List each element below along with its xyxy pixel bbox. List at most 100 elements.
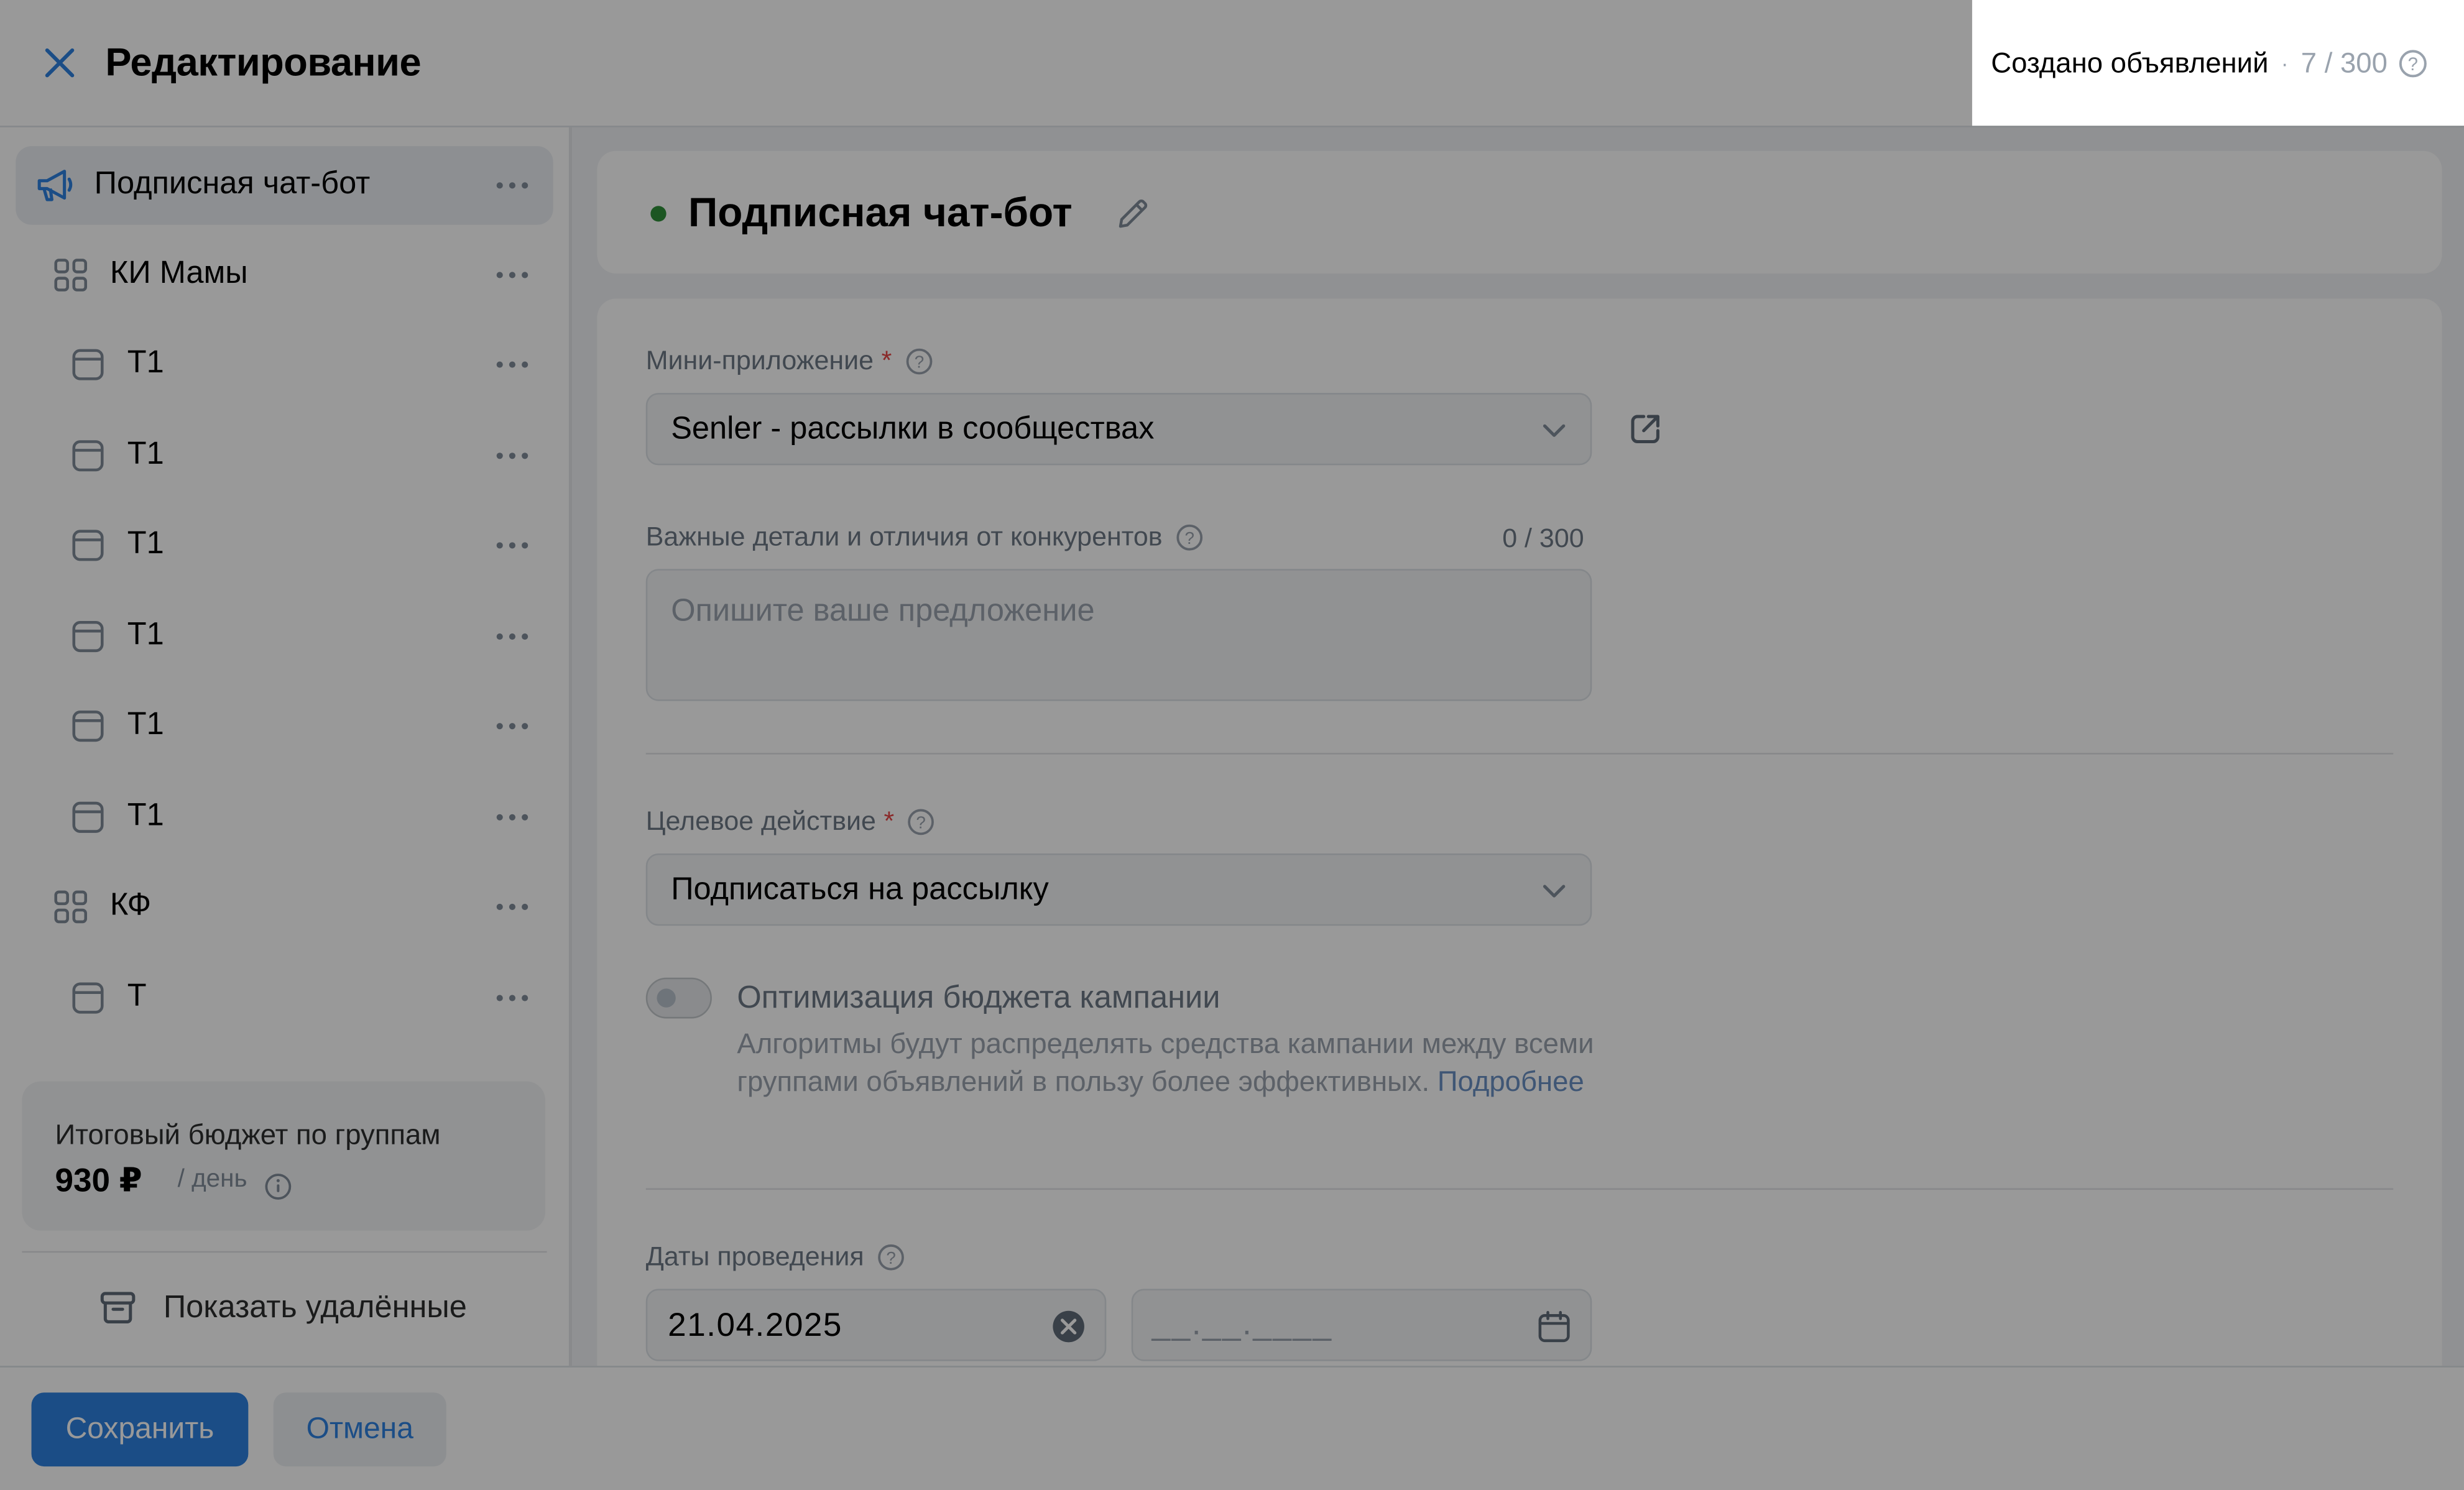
mini-app-label-row: Мини-приложение * ? [646,346,933,377]
budget-optimization-toggle[interactable] [645,977,712,1019]
mini-app-select[interactable]: Senler - рассылки в сообществах [645,393,1592,466]
dates-label: Даты проведения [645,1241,864,1272]
sidebar-item-label: Т1 [127,617,164,653]
chevron-down-icon [1540,877,1568,913]
ads-created-counter: Создано объявлений · 7 / 300 ? [1972,0,2464,126]
more-options-icon[interactable] [496,533,528,558]
more-options-icon[interactable] [496,714,528,738]
sidebar-item[interactable]: Т1 [16,778,553,857]
mini-app-label: Мини-приложение [645,346,874,376]
ad-card-icon [71,347,106,382]
more-options-icon[interactable] [496,352,528,377]
details-label-row: Важные детали и отличия от конкурентов ? [646,522,1204,553]
budget-optimization-description: Алгоритмы будут распределять средства ка… [737,1025,1617,1100]
svg-text:?: ? [914,352,923,372]
more-options-icon[interactable] [496,173,528,198]
ad-card-icon [71,528,106,563]
ads-created-label: Создано объявлений [1991,46,2269,78]
more-options-icon[interactable] [496,805,528,830]
save-button[interactable]: Сохранить [31,1392,249,1467]
start-date-value: 21.04.2025 [668,1307,842,1344]
sidebar-item[interactable]: Т1 [16,597,553,676]
svg-text:?: ? [1184,528,1194,548]
sidebar-item-label: Подписная чат-бот [94,167,371,201]
sidebar-item-label: Т1 [127,527,164,561]
total-budget-unit: / день [177,1166,247,1193]
end-date-placeholder: __.__.____ [1151,1306,1333,1343]
grid-icon [53,258,88,293]
more-options-icon[interactable] [496,443,528,468]
campaign-tree-sidebar: Подписная чат-бот КИ Мамы Т1 Т1 Т1 Т1 Т1 Т1 КФ Т … [0,127,572,1366]
edit-campaign-screen: Редактирование Подписная чат-бот КИ Мамы Т… [0,0,2464,1490]
calendar-button[interactable] [1537,1309,1572,1351]
target-label-row: Целевое действие * ? [646,806,935,838]
sidebar-item-label: Т1 [127,707,164,742]
start-date-input[interactable]: 21.04.2025 [645,1289,1107,1361]
campaign-settings-form: Мини-приложение * ? Senler - рассылки в … [597,298,2442,1366]
toggle-knob [657,988,676,1008]
edit-name-button[interactable] [1114,195,1152,241]
open-external-button[interactable] [1627,410,1664,456]
target-action-label: Целевое действие [645,806,876,837]
ad-card-icon [71,438,106,473]
target-action-value: Подписаться на рассылку [671,871,1049,906]
sidebar-item[interactable]: Т1 [16,687,553,765]
budget-optimization-title: Оптимизация бюджета кампании [737,980,1220,1016]
sidebar-item[interactable]: Т1 [16,325,553,403]
section-divider [645,753,2394,755]
sidebar-item[interactable]: Т1 [16,416,553,495]
cancel-button[interactable]: Отмена [273,1392,446,1467]
help-icon[interactable]: ? [907,808,935,837]
sidebar-item[interactable]: КИ Мамы [16,236,553,314]
total-budget-value: 930 ₽ [55,1163,142,1200]
ad-card-icon [71,800,106,835]
details-textarea[interactable] [647,570,1590,700]
ad-card-icon [71,709,106,743]
sidebar-item-label: Т1 [127,346,164,380]
target-action-select[interactable]: Подписаться на рассылку [645,853,1592,926]
learn-more-link[interactable]: Подробнее [1437,1065,1584,1097]
sidebar-item-label: Т [127,979,147,1014]
pencil-icon [1119,200,1148,228]
ads-created-value: 7 / 300 [2300,46,2388,78]
clear-icon [1053,1310,1084,1343]
sidebar-item-label: Т1 [127,436,164,472]
section-divider [645,1188,2394,1190]
external-link-icon [1631,415,1659,444]
help-icon[interactable]: ? [2399,48,2429,78]
sidebar-item[interactable]: Т [16,959,553,1037]
mini-app-value: Senler - рассылки в сообществах [671,411,1155,446]
calendar-icon [1538,1311,1570,1343]
svg-text:?: ? [886,1248,895,1267]
clear-date-button[interactable] [1051,1309,1086,1351]
sidebar-item[interactable]: КФ [16,868,553,946]
campaign-name: Подписная чат-бот [688,188,1073,236]
close-button[interactable] [35,38,85,88]
svg-text:?: ? [2408,53,2418,74]
page-title: Редактирование [105,40,422,85]
info-icon[interactable] [264,1172,292,1208]
help-icon[interactable]: ? [905,347,933,376]
footer: Сохранить Отмена [0,1366,2464,1490]
help-icon[interactable]: ? [877,1243,905,1272]
megaphone-icon [35,168,76,203]
help-icon[interactable]: ? [1175,523,1203,552]
more-options-icon[interactable] [496,985,528,1010]
ad-card-icon [71,619,106,654]
main-content: Подписная чат-бот Мини-приложение * ? Se… [571,127,2464,1366]
details-label: Важные детали и отличия от конкурентов [645,522,1163,552]
more-options-icon[interactable] [496,262,528,287]
svg-text:?: ? [916,813,926,832]
sidebar-item[interactable]: Подписная чат-бот [16,146,553,225]
campaign-title-card: Подписная чат-бот [597,150,2442,274]
more-options-icon[interactable] [496,894,528,919]
more-options-icon[interactable] [496,624,528,649]
status-indicator [650,206,667,222]
archive-icon [100,1292,136,1323]
close-icon [45,48,75,78]
show-deleted-button[interactable]: Показать удалённые [98,1285,467,1330]
sidebar-item-label: Т1 [127,798,164,834]
sidebar-item[interactable]: Т1 [16,506,553,584]
end-date-input[interactable]: __.__.____ [1131,1289,1592,1361]
required-mark: * [881,346,892,376]
